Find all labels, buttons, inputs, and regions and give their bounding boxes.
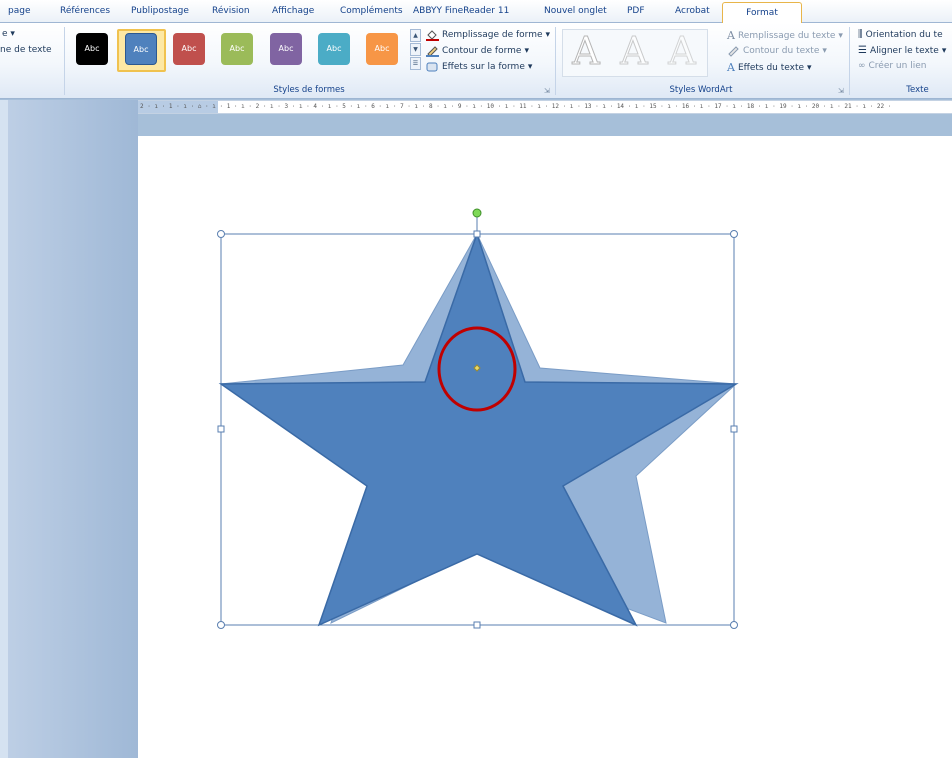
resize-handle-top[interactable] — [473, 230, 481, 238]
resize-handle-top-left[interactable] — [217, 230, 225, 238]
resize-handle-bottom-right[interactable] — [730, 621, 738, 629]
dropdown-arrow-icon: ▾ — [545, 30, 551, 40]
text-effects-icon: A — [727, 61, 735, 74]
tab-publipostage[interactable]: Publipostage — [131, 6, 189, 16]
gallery-scroll-down-icon[interactable]: ▼ — [410, 43, 421, 56]
pencil-icon — [426, 45, 439, 57]
star-shape[interactable] — [218, 231, 739, 627]
text-fill-icon: A — [727, 29, 735, 42]
rotation-handle[interactable] — [472, 208, 482, 218]
resize-handle-bottom-left[interactable] — [217, 621, 225, 629]
ribbon-tabs: page Références Publipostage Révision Af… — [0, 0, 952, 24]
tab-acrobat[interactable]: Acrobat — [675, 6, 710, 16]
tab-page[interactable]: page — [8, 6, 30, 16]
dropdown-arrow-icon: ▾ — [807, 62, 812, 73]
gallery-scroll-up-icon[interactable]: ▲ — [410, 29, 421, 42]
tab-complements[interactable]: Compléments — [340, 6, 403, 16]
dropdown-arrow-icon: ▾ — [838, 30, 843, 41]
wordart-style-2[interactable]: A — [614, 31, 654, 72]
text-orientation-button[interactable]: ⫼ Orientation du te — [858, 29, 943, 40]
shape-outline-button[interactable]: Contour de forme ▾ — [426, 45, 529, 57]
shape-style-purple[interactable]: Abc — [270, 33, 302, 65]
shape-style-black[interactable]: Abc — [76, 33, 108, 65]
align-text-icon: ☰ — [858, 45, 867, 56]
tab-revision[interactable]: Révision — [212, 6, 250, 16]
document-page[interactable] — [138, 136, 952, 758]
dropdown-arrow-icon: ▾ — [941, 45, 947, 56]
group-label-wordart: Styles WordArt — [669, 85, 733, 95]
text-outline-button[interactable]: Contour du texte ▾ — [727, 45, 827, 57]
shape-style-aqua[interactable]: Abc — [318, 33, 350, 65]
tab-pdf[interactable]: PDF — [627, 6, 645, 16]
tab-affichage[interactable]: Affichage — [272, 6, 314, 16]
text-direction-icon: ⫼ — [858, 29, 863, 40]
partial-text-box-command[interactable]: ne de texte — [0, 45, 52, 55]
shape-effects-icon — [426, 61, 439, 73]
text-effects-button[interactable]: A Effets du texte ▾ — [727, 61, 812, 74]
gallery-more-icon[interactable]: ☰ — [410, 57, 421, 70]
tab-abbyy[interactable]: ABBYY FineReader 11 — [413, 6, 509, 16]
dropdown-arrow-icon: ▾ — [524, 46, 529, 56]
partial-command[interactable]: e ▾ — [2, 29, 15, 39]
resize-handle-left[interactable] — [217, 425, 225, 433]
ribbon: e ▾ ne de texte Abc Abc Abc Abc Abc Abc … — [0, 23, 952, 99]
align-text-button[interactable]: ☰ Aligner le texte ▾ — [858, 45, 946, 56]
shape-style-blue[interactable]: Abc — [125, 33, 157, 65]
tab-nouvel-onglet[interactable]: Nouvel onglet — [544, 6, 607, 16]
shape-style-orange[interactable]: Abc — [366, 33, 398, 65]
wordart-style-1[interactable]: A — [566, 31, 606, 72]
document-gutter — [0, 100, 138, 758]
shape-fill-button[interactable]: Remplissage de forme ▾ — [426, 29, 550, 41]
resize-handle-bottom[interactable] — [473, 621, 481, 629]
resize-handle-top-right[interactable] — [730, 230, 738, 238]
vertical-ruler-strip — [0, 100, 8, 758]
shape-canvas — [217, 208, 739, 629]
ruler-marks: 2 · ı · 1 · ı · ⌂ · ı · 1 · ı · 2 · ı · … — [140, 103, 892, 110]
wordart-style-3[interactable]: A — [662, 31, 702, 72]
shape-effects-button[interactable]: Effets sur la forme ▾ — [426, 61, 532, 73]
resize-handle-right[interactable] — [730, 425, 738, 433]
dialog-launcher-icon[interactable]: ⇲ — [838, 87, 844, 95]
shape-style-green[interactable]: Abc — [221, 33, 253, 65]
pencil-icon — [727, 45, 740, 57]
group-label-shape-styles: Styles de formes — [273, 85, 345, 95]
paint-bucket-icon — [426, 29, 439, 41]
create-link-button[interactable]: ∞ Créer un lien — [858, 61, 926, 71]
horizontal-ruler[interactable]: 2 · ı · 1 · ı · ⌂ · ı · 1 · ı · 2 · ı · … — [138, 100, 952, 114]
group-label-text: Texte — [906, 85, 929, 95]
tab-references[interactable]: Références — [60, 6, 110, 16]
dialog-launcher-icon[interactable]: ⇲ — [544, 87, 550, 95]
dropdown-arrow-icon: ▾ — [527, 62, 533, 72]
tab-format[interactable]: Format — [722, 2, 802, 24]
text-fill-button[interactable]: A Remplissage du texte ▾ — [727, 29, 843, 42]
shape-style-red[interactable]: Abc — [173, 33, 205, 65]
chain-link-icon: ∞ — [858, 61, 866, 71]
dropdown-arrow-icon: ▾ — [822, 46, 827, 56]
